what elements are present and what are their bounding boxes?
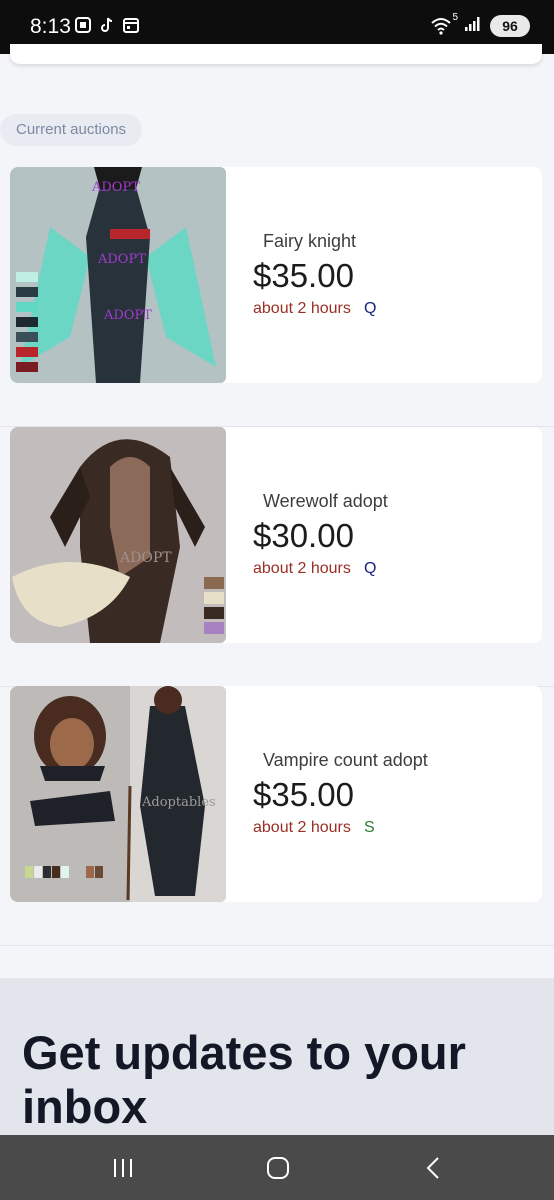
calendar-icon	[122, 16, 140, 34]
watermark-text: ADOPT	[97, 252, 146, 267]
auction-image-vampire-count[interactable]: Adoptables	[10, 686, 226, 902]
auction-row[interactable]: Adoptables Vampire count adopt $35.00 ab…	[0, 686, 554, 946]
recent-apps-icon[interactable]	[108, 1153, 138, 1183]
auction-image-fairy-knight[interactable]: ADOPT ADOPT ADOPT	[10, 167, 226, 383]
status-time: 8:13	[30, 15, 71, 38]
wifi-icon: 5	[430, 12, 458, 36]
screenshot-icon	[74, 16, 92, 34]
battery-level: 96	[502, 17, 518, 34]
auction-time-left: about 2 hours	[253, 819, 351, 836]
back-icon[interactable]	[418, 1153, 448, 1183]
auction-title[interactable]: Werewolf adopt	[263, 491, 388, 512]
status-icons-left	[74, 16, 140, 34]
watermark-text: ADOPT	[91, 180, 140, 195]
divider	[0, 945, 554, 946]
auction-price: $30.00	[253, 517, 354, 554]
watermark-text: ADOPT	[103, 308, 152, 323]
auction-title[interactable]: Fairy knight	[263, 231, 356, 252]
auction-tag: Q	[364, 560, 377, 577]
auction-price: $35.00	[253, 257, 354, 294]
status-icons-right: 5 96	[430, 12, 530, 37]
previous-card	[10, 44, 542, 64]
auction-tag: S	[364, 819, 375, 836]
battery-icon: 96	[490, 14, 530, 37]
auction-time-left: about 2 hours	[253, 300, 351, 317]
auction-price: $35.00	[253, 776, 354, 813]
signal-icon	[464, 14, 482, 37]
tiktok-icon	[98, 16, 116, 34]
newsletter-heading: Get updates to your inbox	[22, 1026, 466, 1133]
watermark-text: Adoptables	[141, 795, 216, 810]
auction-row[interactable]: ADOPT ADOPT ADOPT Fairy knight $35.00 ab…	[0, 167, 554, 427]
watermark-text: ADOPT	[119, 550, 172, 566]
auction-card[interactable]: ADOPT Werewolf adopt $30.00 about 2 hour…	[10, 427, 542, 643]
auction-title[interactable]: Vampire count adopt	[263, 750, 428, 771]
auction-card[interactable]: Adoptables Vampire count adopt $35.00 ab…	[10, 686, 542, 902]
auction-time-left: about 2 hours	[253, 560, 351, 577]
system-nav-bar	[0, 1135, 554, 1200]
section-label-current-auctions: Current auctions	[0, 114, 143, 146]
auction-tag: Q	[364, 300, 377, 317]
network-type: 5	[452, 11, 458, 23]
auction-image-werewolf[interactable]: ADOPT	[10, 427, 226, 643]
auction-card[interactable]: ADOPT ADOPT ADOPT Fairy knight $35.00 ab…	[10, 167, 542, 383]
auction-row[interactable]: ADOPT Werewolf adopt $30.00 about 2 hour…	[0, 427, 554, 687]
home-icon[interactable]	[263, 1153, 293, 1183]
